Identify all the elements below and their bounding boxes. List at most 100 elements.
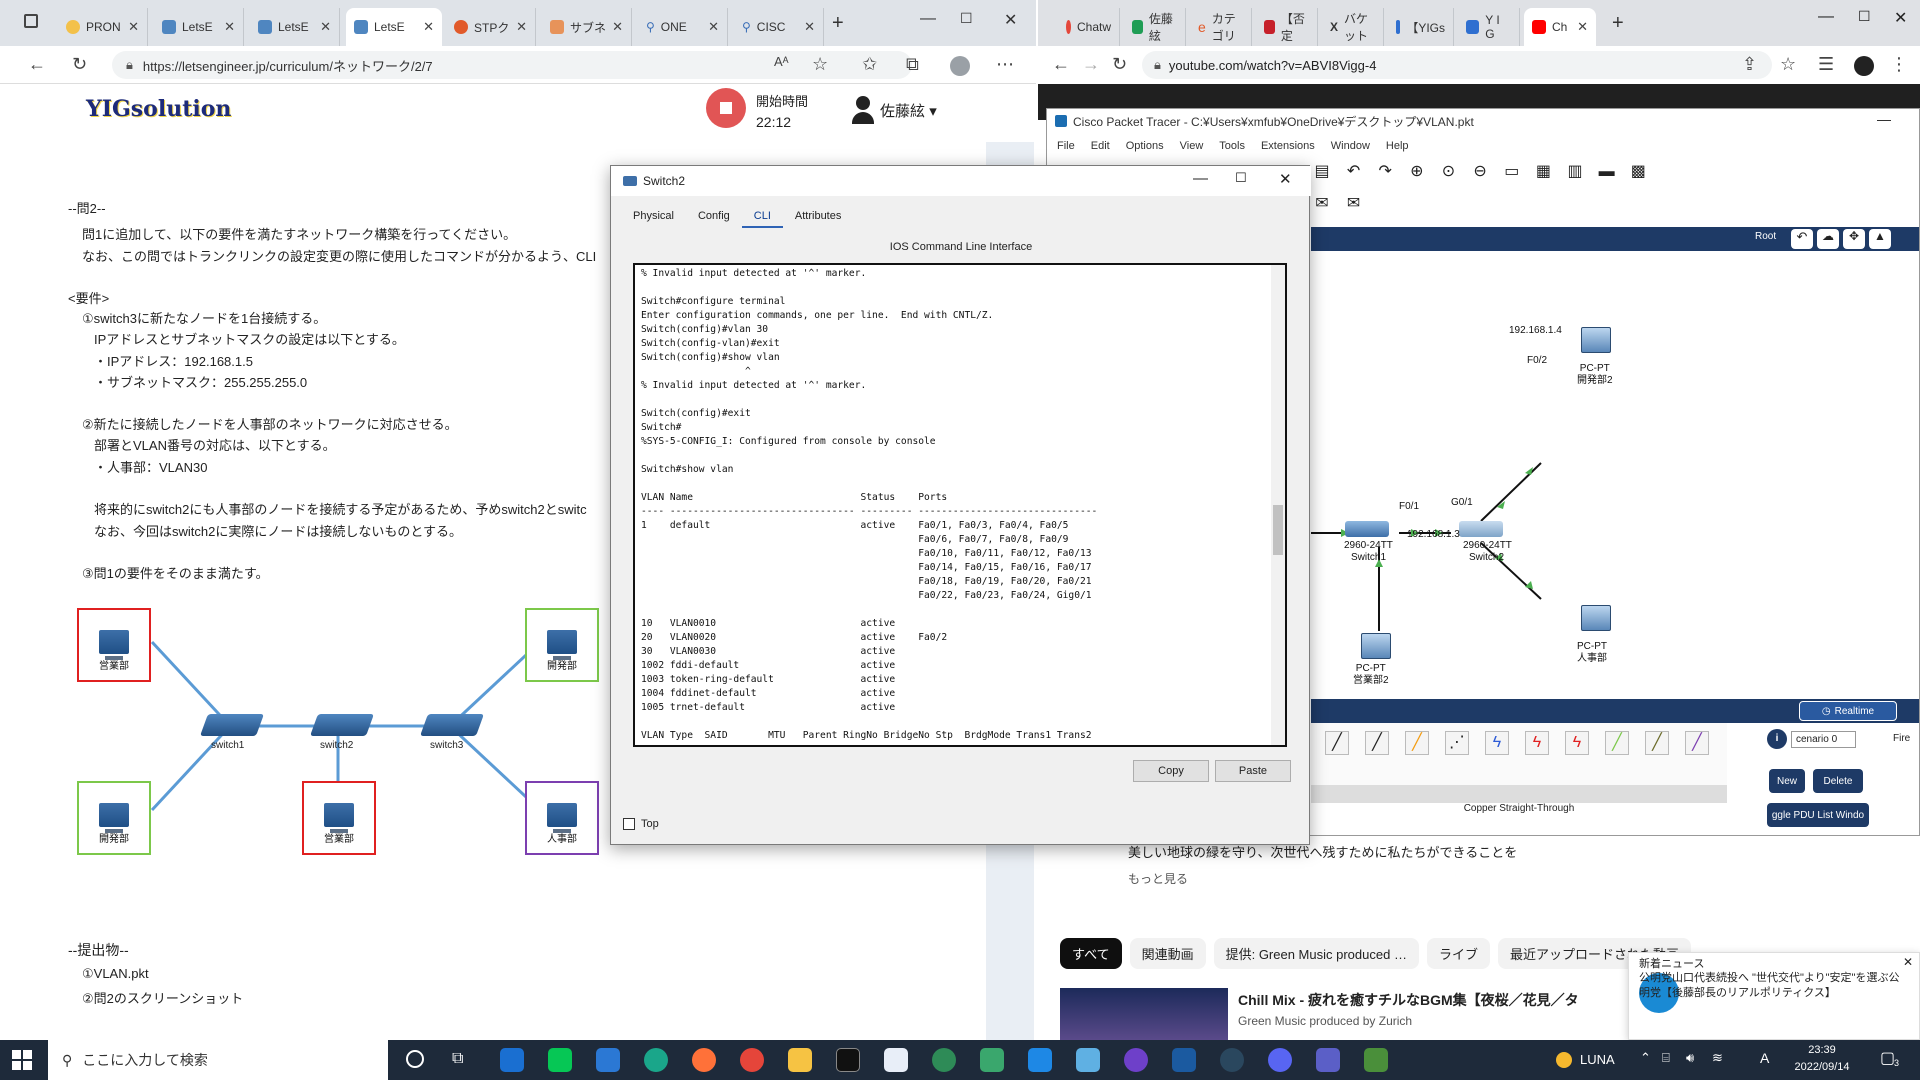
copy-button[interactable]: Copy bbox=[1133, 760, 1209, 782]
tab-config[interactable]: Config bbox=[686, 206, 742, 228]
notification-center-icon[interactable]: ▢ bbox=[1880, 1048, 1895, 1068]
url-field[interactable]: 🔒︎ https://letsengineer.jp/curriculum/ネッ… bbox=[112, 51, 912, 79]
close-tab-icon[interactable]: ✕ bbox=[708, 19, 719, 35]
cable-icon[interactable]: ╱ bbox=[1405, 731, 1429, 755]
wifi-icon[interactable]: ≋ bbox=[1712, 1050, 1723, 1066]
console-output[interactable]: % Invalid input detected at '^' marker. … bbox=[635, 265, 1285, 745]
url-field[interactable]: 🔒︎ youtube.com/watch?v=ABVI8Vigg-4 bbox=[1142, 51, 1772, 79]
tab-1[interactable]: PRON ✕ bbox=[58, 8, 148, 46]
ime-icon[interactable]: A bbox=[1760, 1050, 1769, 1066]
menu-extensions[interactable]: Extensions bbox=[1261, 140, 1315, 152]
volume-icon[interactable]: 🔊︎ bbox=[1686, 1050, 1694, 1066]
reload-icon[interactable]: ↻ bbox=[1112, 54, 1127, 75]
close-window-icon[interactable]: ✕ bbox=[1004, 10, 1017, 30]
zoom-in-icon[interactable]: ⊕ bbox=[1406, 161, 1428, 183]
tab-yig2[interactable]: Y I G bbox=[1458, 8, 1520, 46]
minimize-icon[interactable]: — bbox=[1818, 8, 1834, 26]
info-icon[interactable]: i bbox=[1767, 729, 1787, 749]
taskbar-search-box[interactable]: ⚲ ここに入力して検索 bbox=[48, 1040, 388, 1080]
cable-icon[interactable]: ╱ bbox=[1365, 731, 1389, 755]
back-icon[interactable]: ← bbox=[28, 54, 46, 75]
tab-yig1[interactable]: 【YIGs bbox=[1388, 8, 1454, 46]
close-window-icon[interactable]: ✕ bbox=[1894, 8, 1907, 28]
user-menu[interactable]: 佐藤絃 ▾ bbox=[880, 100, 937, 121]
menu-window[interactable]: Window bbox=[1331, 140, 1370, 152]
back-nav-icon[interactable]: ↶ bbox=[1791, 229, 1813, 249]
video-title[interactable]: Chill Mix - 疲れを癒すチルなBGM集【夜桜／花見／タ bbox=[1238, 990, 1579, 1010]
favorites-icon[interactable]: ✩ bbox=[862, 54, 877, 75]
dialog-maximize-icon[interactable]: ☐ bbox=[1235, 170, 1247, 186]
cable-icon[interactable]: ╱ bbox=[1685, 731, 1709, 755]
dialog-close-icon[interactable]: ✕ bbox=[1279, 170, 1292, 188]
tab-actions-icon[interactable] bbox=[24, 14, 38, 28]
console-scrollbar[interactable] bbox=[1271, 265, 1285, 745]
read-aloud-icon[interactable]: Aᴬ bbox=[774, 54, 789, 69]
chip-all[interactable]: すべて bbox=[1060, 938, 1122, 969]
close-notification-icon[interactable]: ✕ bbox=[1903, 955, 1913, 969]
clock-date[interactable]: 2022/09/14 bbox=[1790, 1061, 1854, 1073]
more-menu-icon[interactable]: ⋯ bbox=[996, 54, 1014, 75]
top-checkbox-row[interactable]: Top bbox=[623, 818, 659, 830]
firefox-icon[interactable] bbox=[692, 1048, 716, 1072]
tab-x[interactable]: X バケット bbox=[1322, 8, 1384, 46]
share-icon[interactable]: ⇪ bbox=[1742, 54, 1757, 75]
pc-dev2-icon[interactable] bbox=[1581, 327, 1611, 353]
paste-button[interactable]: Paste bbox=[1215, 760, 1291, 782]
vscode-icon[interactable] bbox=[1028, 1048, 1052, 1072]
stop-timer-button[interactable] bbox=[706, 88, 746, 128]
pt-minimize-icon[interactable]: — bbox=[1877, 111, 1891, 127]
pc-hr-icon[interactable] bbox=[1581, 605, 1611, 631]
close-tab-icon[interactable]: ✕ bbox=[224, 19, 235, 35]
mail-icon[interactable] bbox=[500, 1048, 524, 1072]
app-box-icon[interactable] bbox=[1172, 1048, 1196, 1072]
cable-icon[interactable]: ϟ bbox=[1565, 731, 1589, 755]
line-icon[interactable] bbox=[548, 1048, 572, 1072]
weather-label[interactable]: LUNA bbox=[1580, 1052, 1615, 1067]
more-menu-icon[interactable]: ⋮ bbox=[1890, 54, 1908, 75]
close-tab-icon[interactable]: ✕ bbox=[320, 19, 331, 35]
realtime-mode-button[interactable]: ◷ Realtime bbox=[1799, 701, 1897, 721]
zoom-reset-icon[interactable]: ⊙ bbox=[1438, 161, 1460, 183]
close-tab-icon[interactable]: ✕ bbox=[612, 19, 623, 35]
viewport-icon[interactable]: ▬ bbox=[1596, 161, 1618, 183]
custom-device-icon[interactable]: ▦ bbox=[1532, 161, 1554, 183]
cli-console[interactable]: % Invalid input detected at '^' marker. … bbox=[633, 263, 1287, 747]
tab-youtube-active[interactable]: Ch ✕ bbox=[1524, 8, 1596, 46]
tab-2[interactable]: LetsE ✕ bbox=[154, 8, 244, 46]
tab-cli[interactable]: CLI bbox=[741, 206, 783, 228]
video-thumbnail[interactable] bbox=[1060, 988, 1228, 1040]
zoom-out-icon[interactable]: ⊖ bbox=[1469, 161, 1491, 183]
tab-news[interactable]: 【否定 bbox=[1256, 8, 1318, 46]
document-icon[interactable] bbox=[884, 1048, 908, 1072]
top-checkbox[interactable] bbox=[623, 818, 635, 830]
discord-icon[interactable] bbox=[1268, 1048, 1292, 1072]
folder-icon[interactable] bbox=[788, 1048, 812, 1072]
dialog-minimize-icon[interactable]: — bbox=[1193, 170, 1208, 187]
maximize-icon[interactable]: ☐ bbox=[1858, 8, 1871, 25]
menu-file[interactable]: File bbox=[1057, 140, 1075, 152]
tab-5[interactable]: STPク ✕ bbox=[446, 8, 536, 46]
tab-physical[interactable]: Physical bbox=[621, 206, 686, 228]
tray-chevron-icon[interactable]: ⌃ bbox=[1640, 1050, 1651, 1066]
drawing-palette-icon[interactable]: ▭ bbox=[1501, 161, 1523, 183]
news-notification[interactable]: 新着ニュース 公明党山口代表続投へ "世代交代"より"安定"を選ぶ公明党【後藤部… bbox=[1628, 952, 1920, 1040]
move-icon[interactable]: ✥ bbox=[1843, 229, 1865, 249]
app-green-icon[interactable] bbox=[932, 1048, 956, 1072]
cluster-icon[interactable]: ☁ bbox=[1817, 229, 1839, 249]
menu-edit[interactable]: Edit bbox=[1091, 140, 1110, 152]
undo-icon[interactable]: ↶ bbox=[1343, 161, 1365, 183]
close-tab-icon[interactable]: ✕ bbox=[423, 19, 434, 35]
notepad-icon[interactable] bbox=[1076, 1048, 1100, 1072]
app-network-icon[interactable] bbox=[980, 1048, 1004, 1072]
tab-3[interactable]: LetsE ✕ bbox=[250, 8, 340, 46]
scenario-selector[interactable]: i cenario 0 bbox=[1767, 729, 1857, 749]
close-tab-icon[interactable]: ✕ bbox=[1577, 19, 1588, 35]
forward-icon[interactable]: → bbox=[1082, 54, 1100, 75]
show-more-link[interactable]: もっと見る bbox=[1128, 870, 1188, 887]
tab-7[interactable]: ⚲ ONE ✕ bbox=[638, 8, 728, 46]
envelope-icon[interactable]: ✉ bbox=[1311, 193, 1333, 215]
chip-live[interactable]: ライブ bbox=[1426, 938, 1490, 969]
menu-options[interactable]: Options bbox=[1126, 140, 1164, 152]
cable-icon[interactable]: ϟ bbox=[1485, 731, 1509, 755]
profile-avatar[interactable] bbox=[1854, 56, 1874, 76]
